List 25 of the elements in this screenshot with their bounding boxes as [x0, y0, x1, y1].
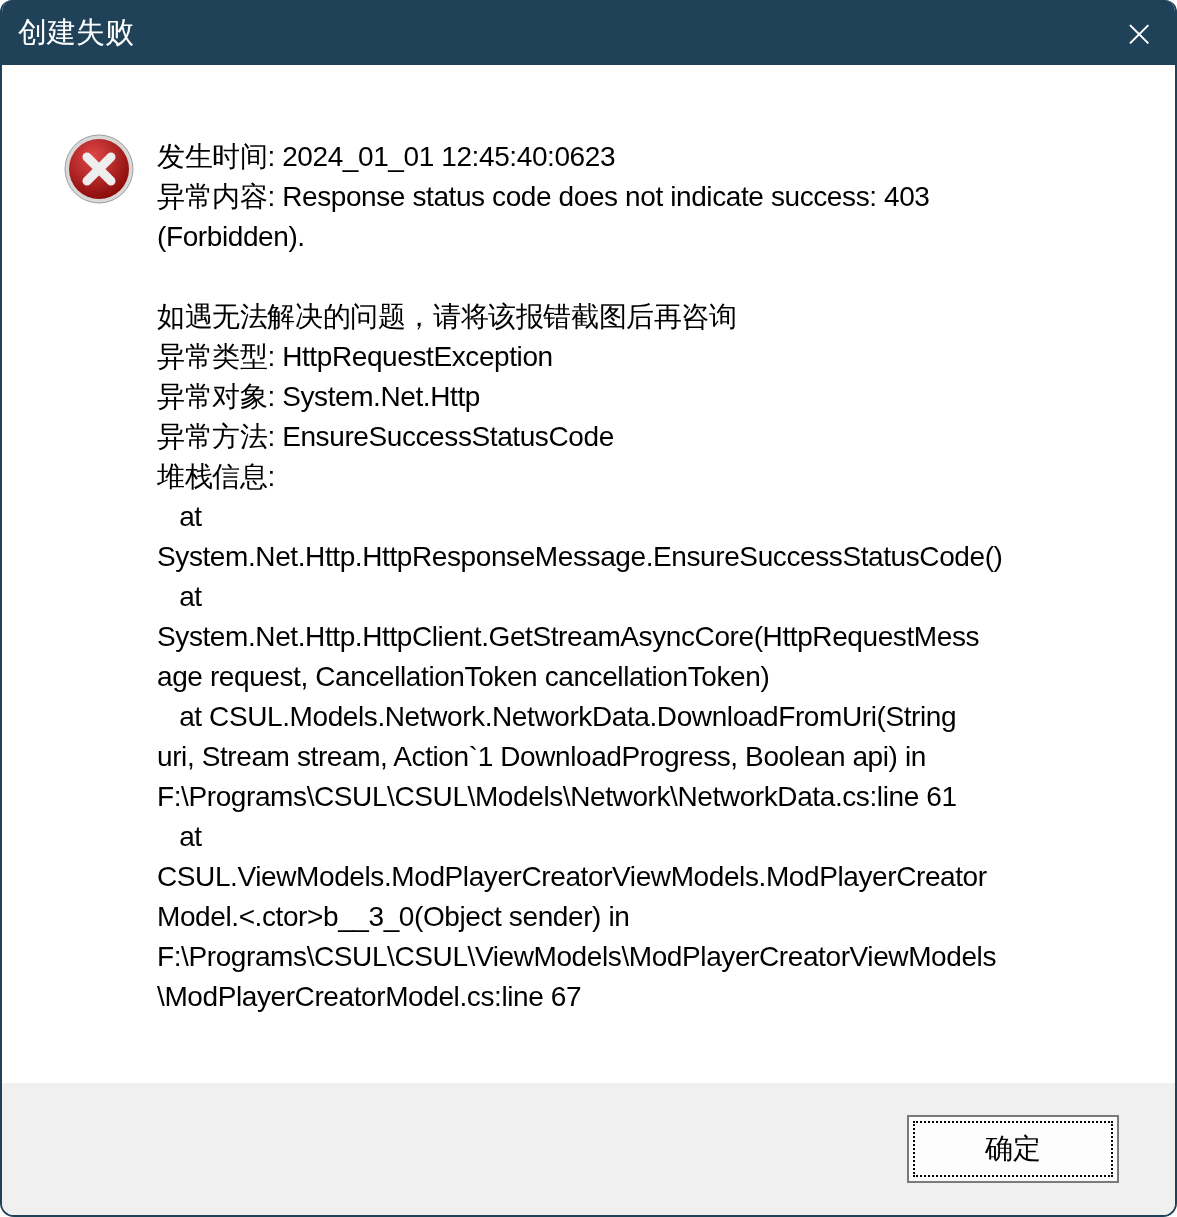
message-line: \ModPlayerCreatorModel.cs:line 67 [157, 980, 583, 1014]
message-line: CSUL.ViewModels.ModPlayerCreatorViewModels.ModPlayerCreator [157, 860, 988, 894]
message-line: at [178, 580, 203, 614]
message-line: System.Net.Http.HttpClient.GetStreamAsyncCore(HttpRequestMess [157, 620, 981, 654]
message-line: uri, Stream stream, Action`1 DownloadProgress, Boolean api) in [157, 740, 927, 774]
message-line: at [178, 500, 203, 534]
message-line: 发生时间: 2024_01_01 12:45:40:0623 [157, 140, 617, 174]
message-line: at CSUL.Models.Network.NetworkData.DownloadFromUri(String [178, 700, 958, 734]
error-icon [63, 133, 135, 205]
message-line: 异常内容: Response status code does not indicate success: 403 [157, 180, 931, 214]
message-line: F:\Programs\CSUL\CSUL\ViewModels\ModPlayerCreatorViewModels [157, 940, 997, 974]
message-line: 堆栈信息: [157, 460, 276, 494]
message-line: 异常方法: EnsureSuccessStatusCode [157, 420, 615, 454]
ok-button[interactable]: 确定 [907, 1115, 1119, 1183]
message-line: age request, CancellationToken cancellationToken) [157, 660, 771, 694]
close-button[interactable]: × [1117, 13, 1161, 52]
message-line: 异常对象: System.Net.Http [157, 380, 481, 414]
message-line: at [178, 820, 203, 854]
message-line: Model.<.ctor>b__3_0(Object sender) in [157, 900, 631, 934]
message-line: F:\Programs\CSUL\CSUL\Models\Network\NetworkData.cs:line 61 [157, 780, 958, 814]
message-line: 如遇无法解决的问题，请将该报错截图后再咨询 [157, 300, 738, 334]
message-line: 异常类型: HttpRequestException [157, 340, 554, 374]
message-line: System.Net.Http.HttpResponseMessage.EnsureSuccessStatusCode() [157, 540, 1003, 574]
window-title: 创建失败 [18, 14, 134, 50]
message-line: (Forbidden). [157, 220, 306, 254]
